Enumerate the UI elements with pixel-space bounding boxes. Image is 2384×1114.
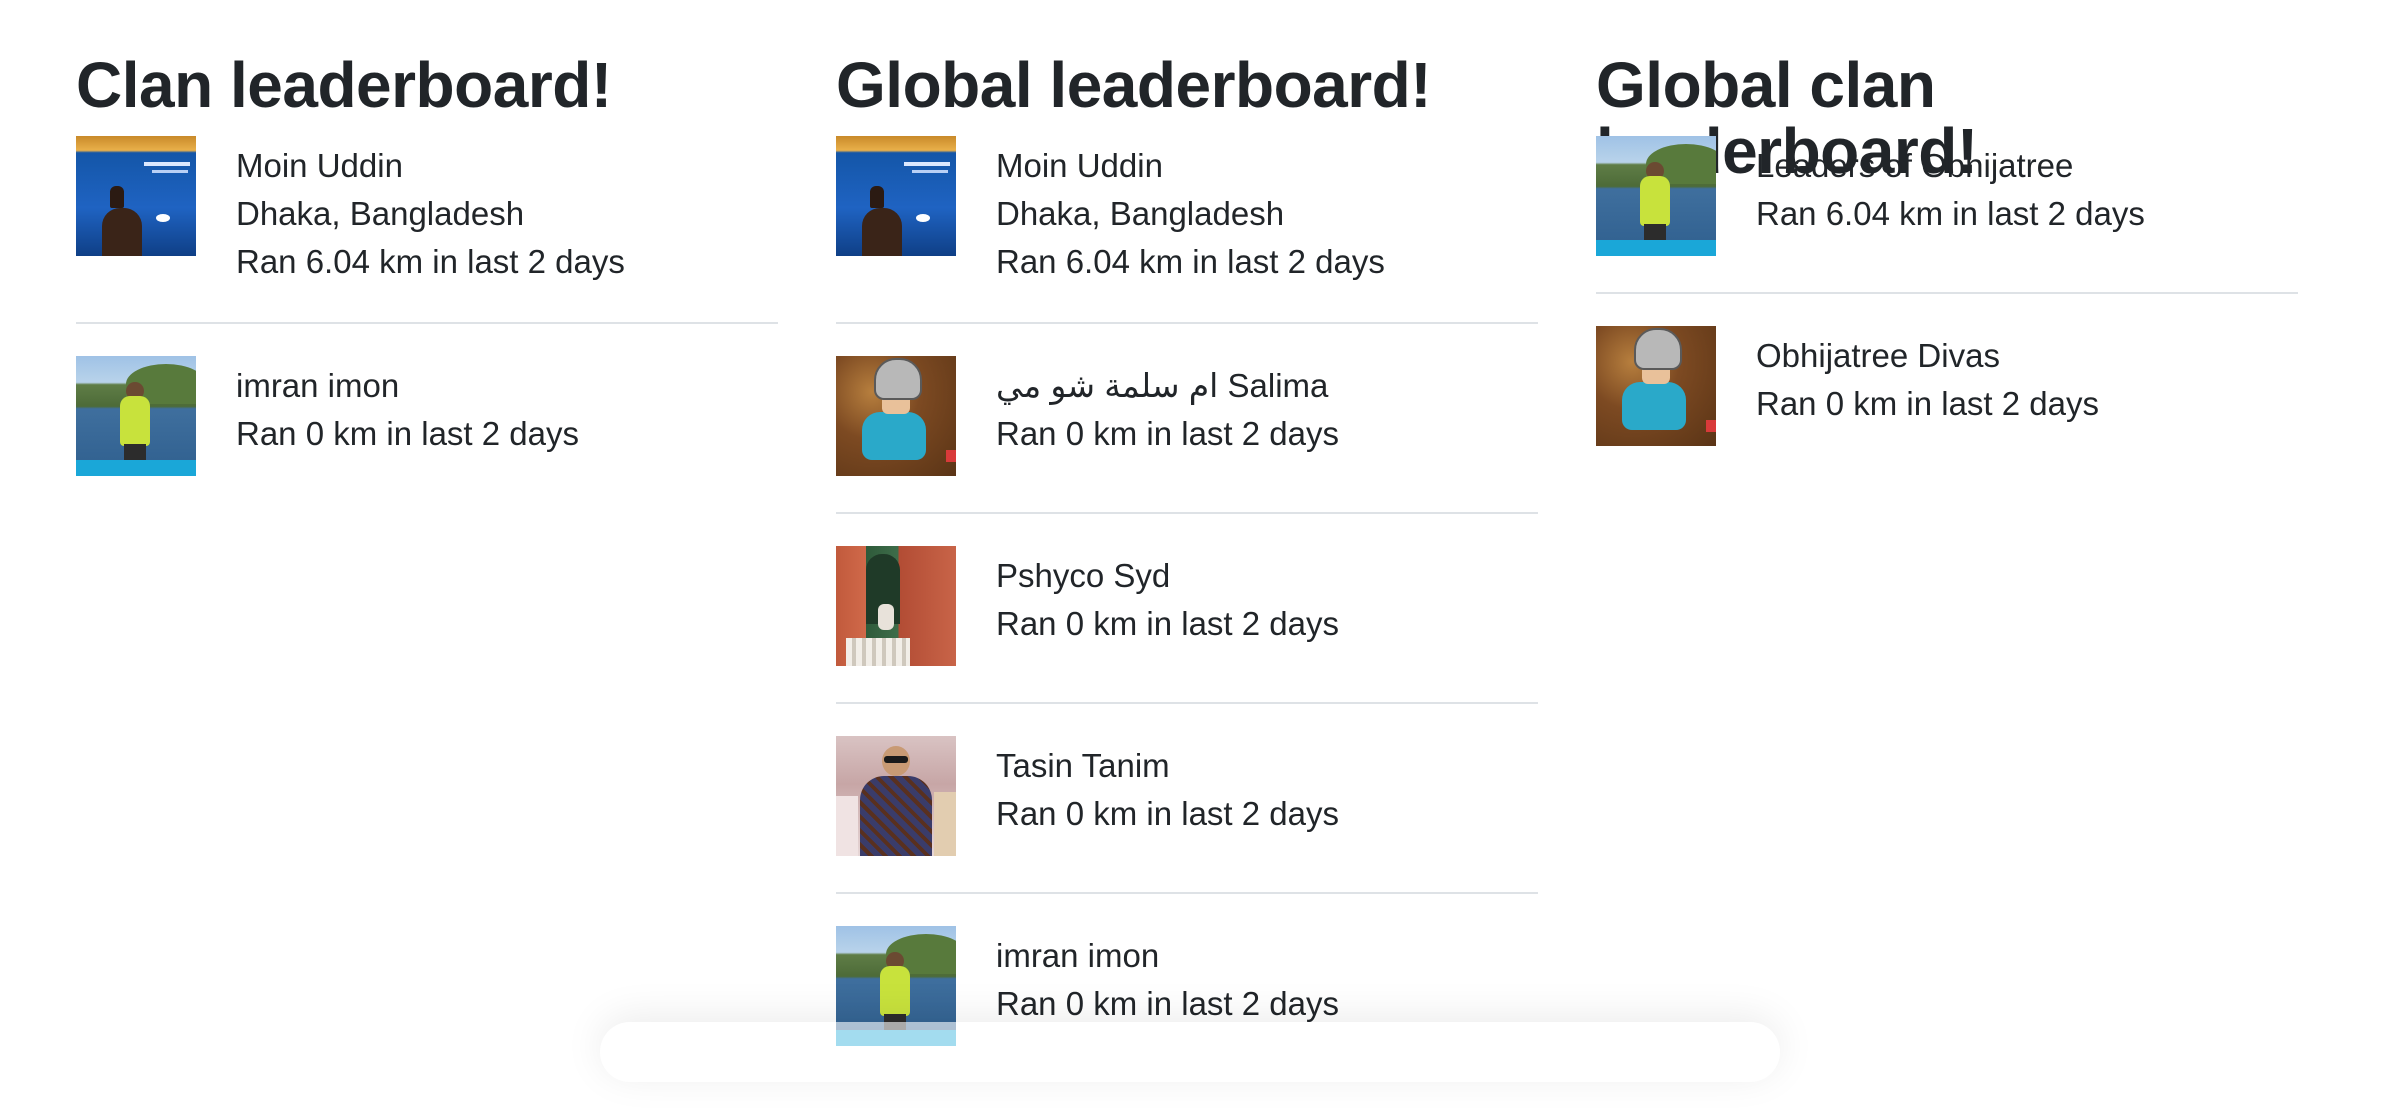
entry-info: Obhijatree Divas Ran 0 km in last 2 days xyxy=(1756,326,2099,446)
entry-info: Pshyco Syd Ran 0 km in last 2 days xyxy=(996,546,1339,666)
list-item[interactable]: imran imon Ran 0 km in last 2 days xyxy=(76,356,778,512)
entry-stat: Ran 6.04 km in last 2 days xyxy=(996,243,1385,280)
list-item[interactable]: Pshyco Syd Ran 0 km in last 2 days xyxy=(836,546,1538,704)
entry-name[interactable]: Moin Uddin xyxy=(996,142,1385,190)
entry-stat: Ran 0 km in last 2 days xyxy=(996,605,1339,642)
global-clan-leaderboard-list: Leaders of Obhijatree Ran 6.04 km in las… xyxy=(1596,136,2298,482)
global-clan-leaderboard-title: Global clan leaderboard! xyxy=(1596,49,1978,187)
avatar[interactable] xyxy=(1596,326,1716,446)
entry-stat: Ran 6.04 km in last 2 days xyxy=(1756,195,2145,232)
entry-info: Tasin Tanim Ran 0 km in last 2 days xyxy=(996,736,1339,856)
global-leaderboard-list: Moin Uddin Dhaka, Bangladesh Ran 6.04 km… xyxy=(836,136,1538,1082)
avatar[interactable] xyxy=(76,136,196,256)
entry-name[interactable]: imran imon xyxy=(996,932,1339,980)
entry-name[interactable]: imran imon xyxy=(236,362,579,410)
entry-name[interactable]: Leaders of Obhijatree xyxy=(1756,142,2145,190)
clan-leaderboard-title: Clan leaderboard! xyxy=(76,49,612,121)
list-item[interactable]: Moin Uddin Dhaka, Bangladesh Ran 6.04 km… xyxy=(76,136,778,324)
clan-leaderboard: Clan leaderboard! Moin Uddin Dhaka, Bang… xyxy=(76,52,778,544)
entry-stat: Ran 0 km in last 2 days xyxy=(996,985,1339,1022)
list-item[interactable]: Moin Uddin Dhaka, Bangladesh Ran 6.04 km… xyxy=(836,136,1538,324)
entry-stat: Ran 6.04 km in last 2 days xyxy=(236,243,625,280)
avatar[interactable] xyxy=(836,136,956,256)
entry-info: Leaders of Obhijatree Ran 6.04 km in las… xyxy=(1756,136,2145,256)
entry-stat: Ran 0 km in last 2 days xyxy=(236,415,579,452)
avatar[interactable] xyxy=(1596,136,1716,256)
entry-info: Moin Uddin Dhaka, Bangladesh Ran 6.04 km… xyxy=(236,136,625,286)
avatar[interactable] xyxy=(836,356,956,476)
entry-name[interactable]: Tasin Tanim xyxy=(996,742,1339,790)
global-leaderboard-title: Global leaderboard! xyxy=(836,49,1432,121)
clan-leaderboard-list: Moin Uddin Dhaka, Bangladesh Ran 6.04 km… xyxy=(76,136,778,512)
entry-stat: Ran 0 km in last 2 days xyxy=(996,415,1339,452)
global-leaderboard: Global leaderboard! Moin Uddin Dhaka, Ba… xyxy=(836,52,1538,1114)
bottom-shadow-overlay xyxy=(600,1022,1780,1082)
entry-stat: Ran 0 km in last 2 days xyxy=(996,795,1339,832)
entry-name[interactable]: ام سلمة شو مي Salima xyxy=(996,362,1339,410)
entry-location: Dhaka, Bangladesh xyxy=(236,195,525,232)
list-item[interactable]: ام سلمة شو مي Salima Ran 0 km in last 2 … xyxy=(836,356,1538,514)
entry-info: Moin Uddin Dhaka, Bangladesh Ran 6.04 km… xyxy=(996,136,1385,286)
list-item[interactable]: Leaders of Obhijatree Ran 6.04 km in las… xyxy=(1596,136,2298,294)
avatar[interactable] xyxy=(836,736,956,856)
entry-info: ام سلمة شو مي Salima Ran 0 km in last 2 … xyxy=(996,356,1339,476)
avatar[interactable] xyxy=(836,546,956,666)
list-item[interactable]: Obhijatree Divas Ran 0 km in last 2 days xyxy=(1596,326,2298,482)
entry-info: imran imon Ran 0 km in last 2 days xyxy=(236,356,579,476)
entry-name[interactable]: Moin Uddin xyxy=(236,142,625,190)
entry-location: Dhaka, Bangladesh xyxy=(996,195,1285,232)
entry-name[interactable]: Pshyco Syd xyxy=(996,552,1339,600)
global-clan-leaderboard: Global clan leaderboard! Leaders of Obhi… xyxy=(1596,52,2298,514)
avatar[interactable] xyxy=(76,356,196,476)
list-item[interactable]: Tasin Tanim Ran 0 km in last 2 days xyxy=(836,736,1538,894)
entry-name[interactable]: Obhijatree Divas xyxy=(1756,332,2099,380)
entry-stat: Ran 0 km in last 2 days xyxy=(1756,385,2099,422)
